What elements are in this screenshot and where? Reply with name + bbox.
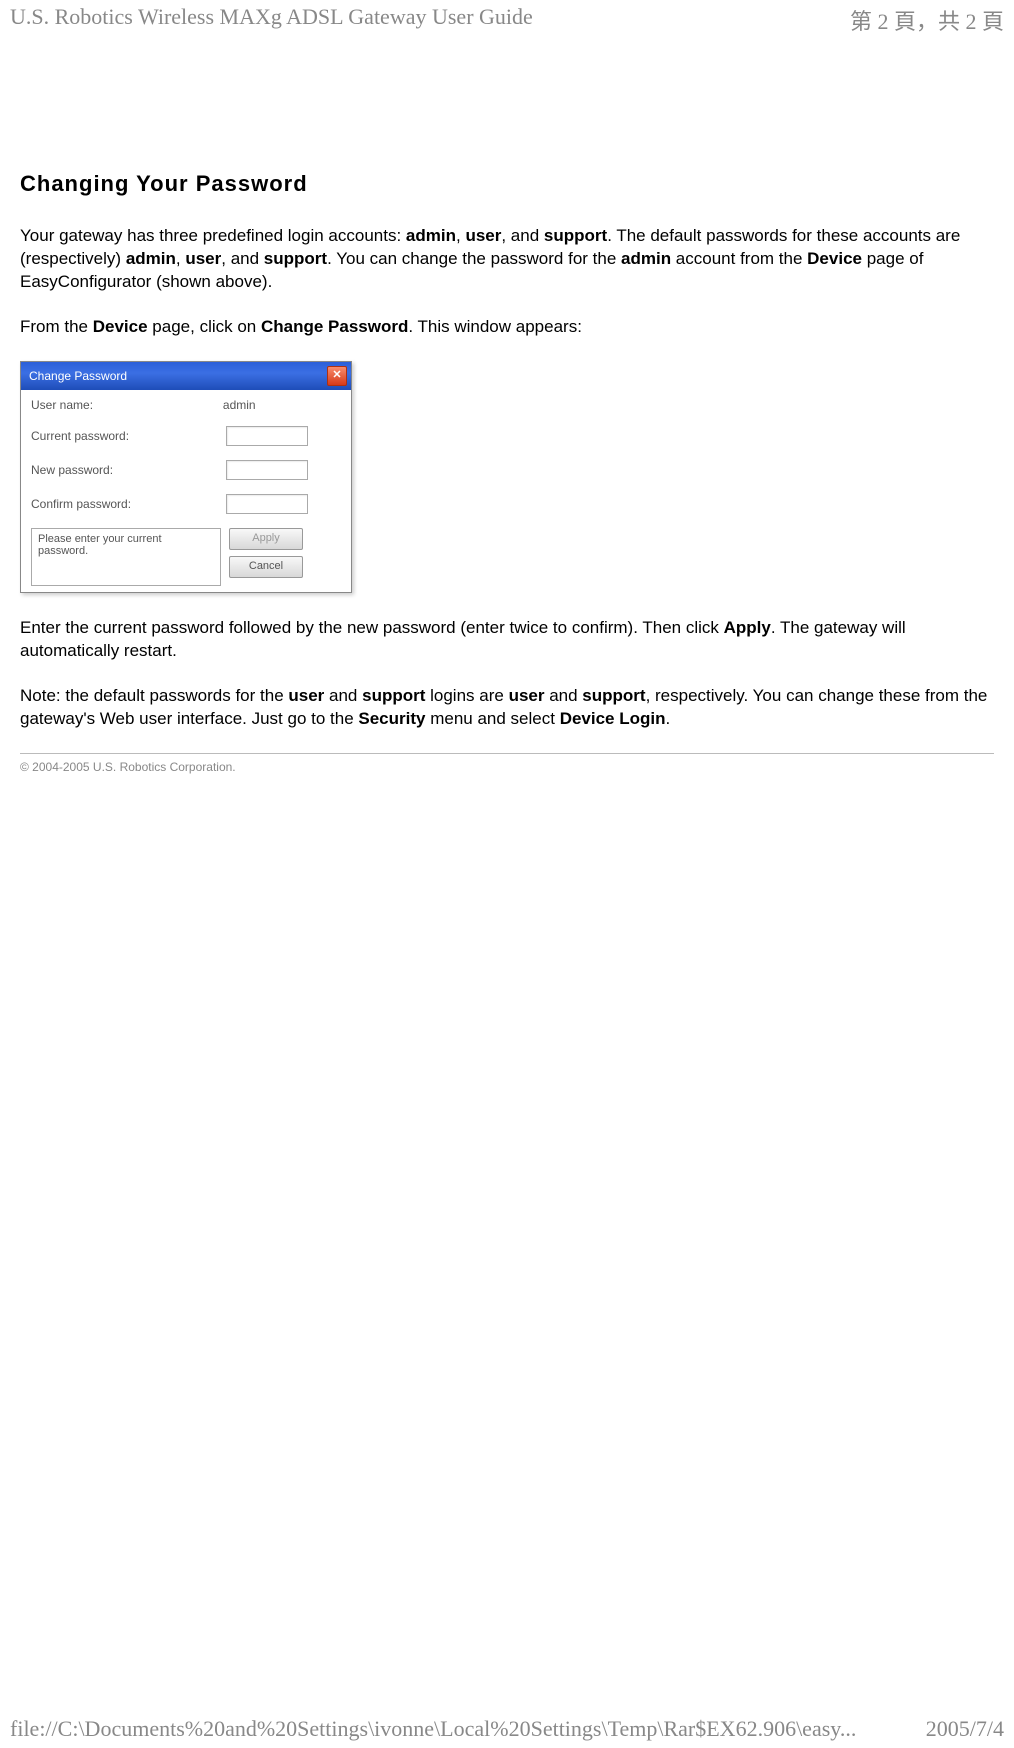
confirm-password-input[interactable] [226,494,308,514]
print-date: 2005/7/4 [926,1716,1004,1742]
paragraph-note: Note: the default passwords for the user… [20,685,994,731]
paragraph-intro: Your gateway has three predefined login … [20,225,994,294]
new-password-input[interactable] [226,460,308,480]
close-icon[interactable]: ✕ [327,366,347,386]
cancel-button[interactable]: Cancel [229,556,303,578]
dialog-body: User name: admin Current password: New p… [21,390,351,592]
confirm-password-label: Confirm password: [31,497,226,511]
dialog-action-row: Please enter your current password. Appl… [31,528,341,586]
confirm-password-row: Confirm password: [31,494,341,514]
new-password-row: New password: [31,460,341,480]
username-row: User name: admin [31,398,341,412]
current-password-input[interactable] [226,426,308,446]
change-password-dialog: Change Password ✕ User name: admin Curre… [20,361,352,593]
file-path: file://C:\Documents%20and%20Settings\ivo… [10,1716,856,1742]
copyright: © 2004-2005 U.S. Robotics Corporation. [20,760,994,774]
paragraph-instruction: From the Device page, click on Change Pa… [20,316,994,339]
apply-button[interactable]: Apply [229,528,303,550]
current-password-row: Current password: [31,426,341,446]
doc-title: U.S. Robotics Wireless MAXg ADSL Gateway… [10,4,533,36]
print-footer: file://C:\Documents%20and%20Settings\ivo… [0,1716,1014,1742]
section-heading: Changing Your Password [20,171,994,197]
page-info: 第 2 頁，共 2 頁 [850,4,1004,36]
new-password-label: New password: [31,463,226,477]
dialog-button-column: Apply Cancel [229,528,303,586]
dialog-titlebar[interactable]: Change Password ✕ [21,362,351,390]
username-value: admin [223,398,341,412]
dialog-title: Change Password [29,369,127,383]
divider [20,753,994,754]
paragraph-after: Enter the current password followed by t… [20,617,994,663]
dialog-message-box: Please enter your current password. [31,528,221,586]
current-password-label: Current password: [31,429,226,443]
username-label: User name: [31,398,223,412]
page-content: Changing Your Password Your gateway has … [0,36,1014,774]
print-header: U.S. Robotics Wireless MAXg ADSL Gateway… [0,0,1014,36]
